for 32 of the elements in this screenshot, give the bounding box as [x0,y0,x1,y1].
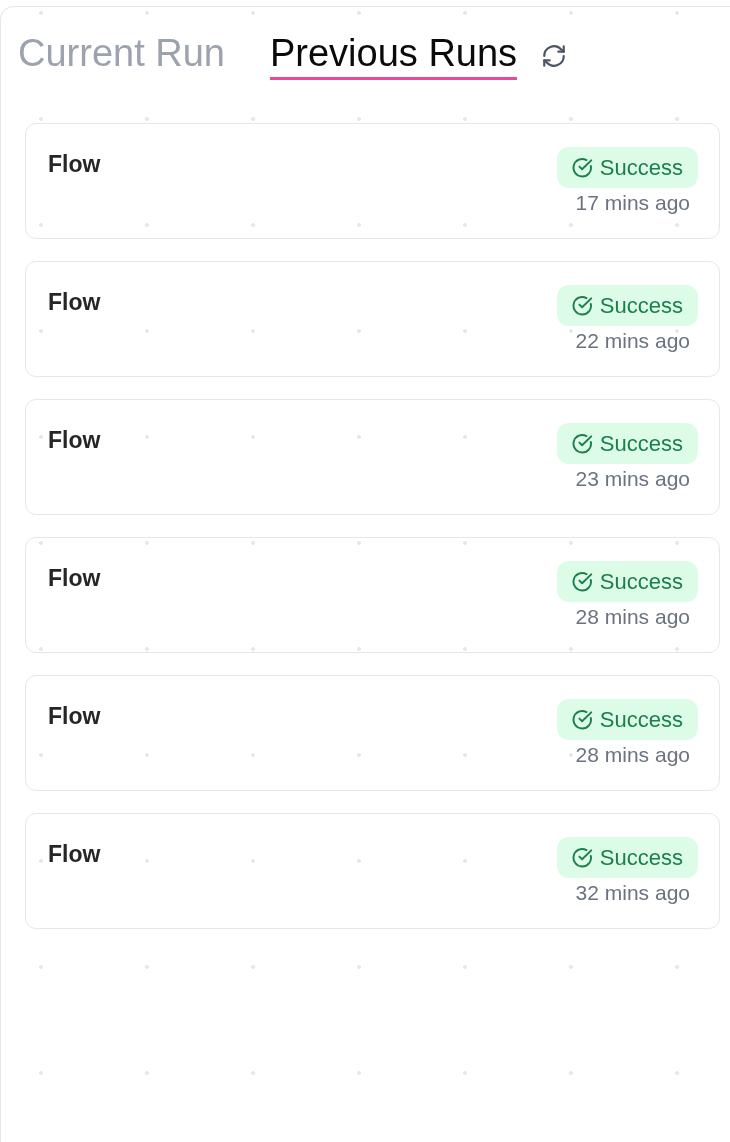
check-circle-icon [571,433,593,454]
run-time: 32 mins ago [575,880,690,906]
run-card[interactable]: Flow Success 28 mins ago [25,537,720,653]
status-label: Success [599,291,683,320]
run-time: 23 mins ago [575,466,690,492]
run-time: 28 mins ago [575,742,690,768]
run-card[interactable]: Flow Success 32 mins ago [25,813,720,929]
run-card[interactable]: Flow Success 23 mins ago [25,399,720,515]
status-label: Success [599,843,683,872]
run-name: Flow [48,426,101,454]
run-time: 28 mins ago [575,604,690,630]
run-time: 17 mins ago [575,190,690,216]
run-name: Flow [48,702,101,730]
status-label: Success [599,429,683,458]
check-circle-icon [571,847,593,868]
run-name: Flow [48,840,101,868]
tab[interactable]: Previous Runs [270,31,518,80]
status-label: Success [599,567,683,596]
refresh-icon[interactable] [541,43,568,69]
run-time: 22 mins ago [575,328,690,354]
run-card[interactable]: Flow Success 22 mins ago [25,261,720,377]
run-name: Flow [48,150,101,178]
check-circle-icon [571,709,593,730]
status-label: Success [599,153,683,182]
check-circle-icon [571,157,593,178]
run-name: Flow [48,288,101,316]
run-name: Flow [48,564,101,592]
run-card[interactable]: Flow Success 28 mins ago [25,675,720,791]
status-label: Success [599,705,683,734]
check-circle-icon [571,295,593,316]
check-circle-icon [571,571,593,592]
run-card[interactable]: Flow Success 17 mins ago [25,123,720,239]
